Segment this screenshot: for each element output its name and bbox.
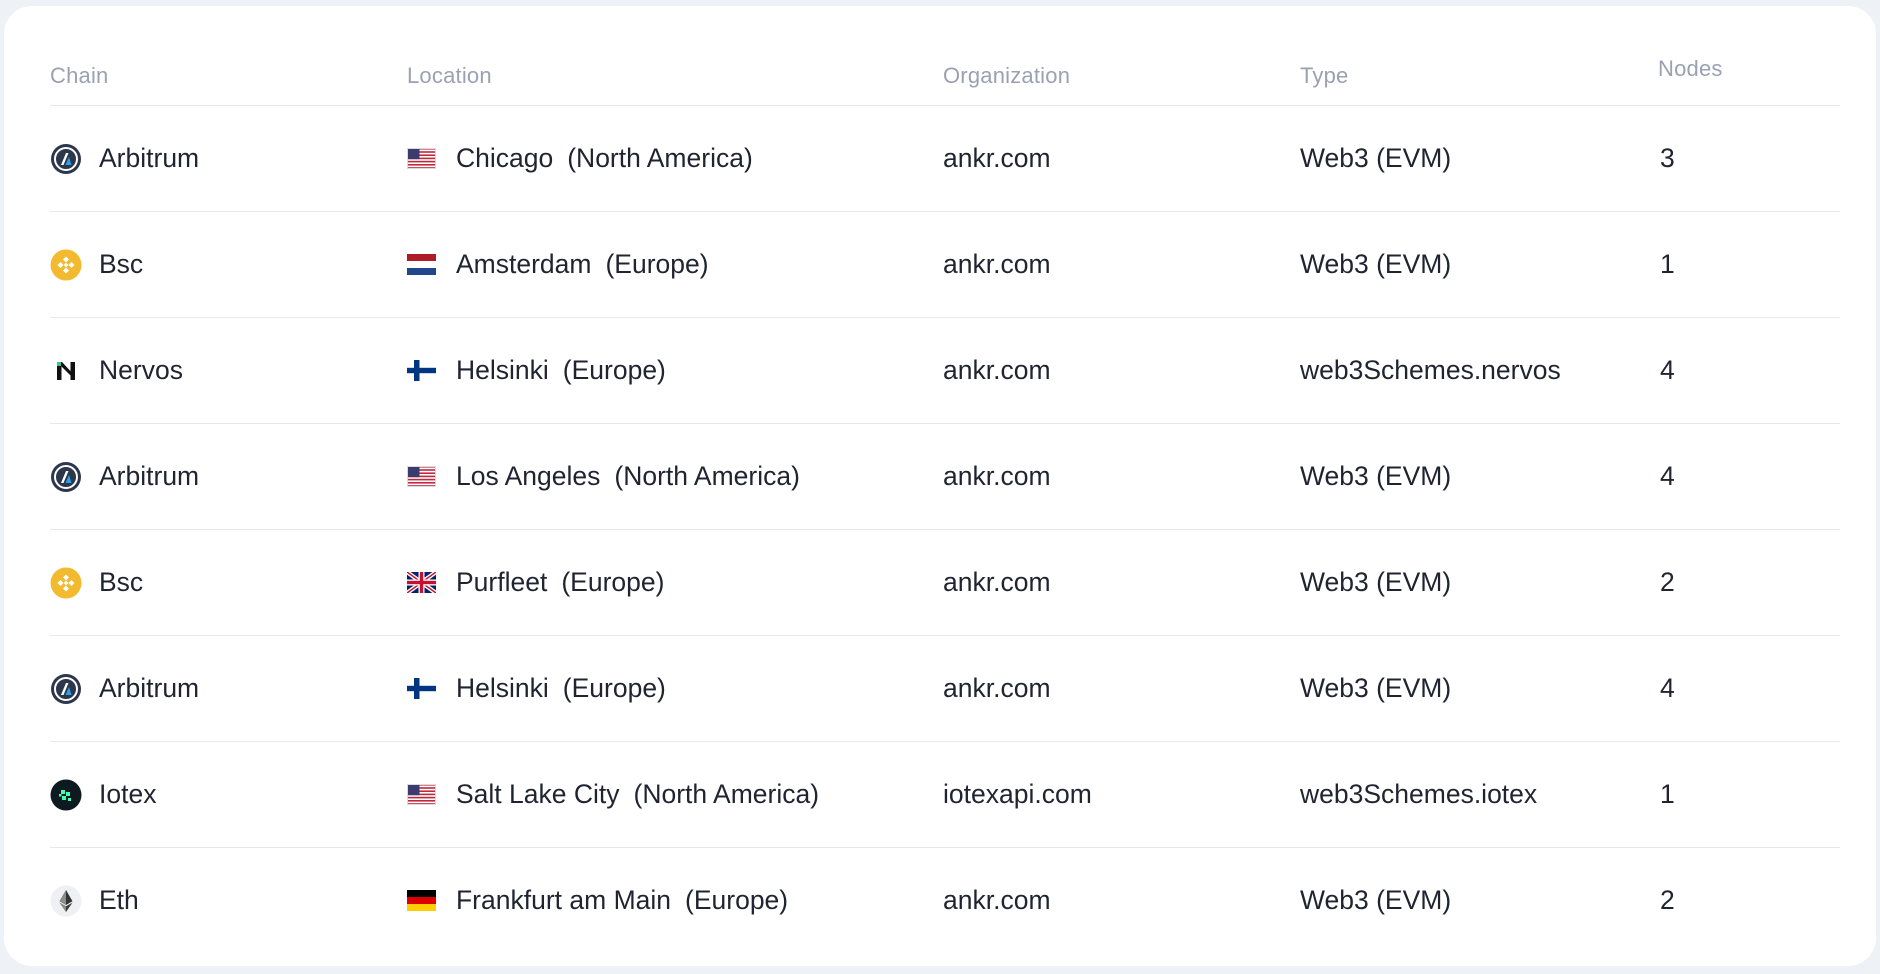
location-city: Helsinki bbox=[456, 355, 549, 385]
chain-cell: Nervos bbox=[50, 318, 183, 423]
type-cell: Web3 (EVM) bbox=[1300, 143, 1452, 173]
location-cell: Helsinki (Europe) bbox=[407, 636, 666, 741]
bsc-icon bbox=[50, 567, 82, 599]
us-flag-icon bbox=[407, 148, 436, 169]
location-region: (North America) bbox=[633, 779, 820, 809]
table-body: Arbitrum Chicago (North America) ankr.co… bbox=[50, 106, 1840, 953]
chain-cell: Arbitrum bbox=[50, 106, 199, 211]
table-row[interactable]: Bsc Purfleet (Europe) ankr.com Web3 (EVM… bbox=[50, 530, 1840, 636]
nodes-cell: 2 bbox=[1660, 885, 1675, 915]
header-chain[interactable]: Chain bbox=[50, 63, 108, 89]
nodes-cell: 4 bbox=[1660, 461, 1675, 491]
de-flag-icon bbox=[407, 890, 436, 911]
chain-cell: Eth bbox=[50, 848, 139, 953]
chain-cell: Iotex bbox=[50, 742, 156, 847]
iotex-icon bbox=[50, 779, 82, 811]
location-region: (Europe) bbox=[561, 567, 665, 597]
location-region: (North America) bbox=[567, 143, 753, 173]
nodes-table: Chain Location Organization Type Nodes A… bbox=[50, 6, 1840, 953]
chain-name: Nervos bbox=[99, 355, 183, 385]
table-row[interactable]: Iotex Salt Lake City (North America) iot… bbox=[50, 742, 1840, 848]
gb-flag-icon bbox=[407, 572, 436, 593]
location-cell: Purfleet (Europe) bbox=[407, 530, 664, 635]
location-city: Purfleet bbox=[456, 567, 548, 597]
type-cell: Web3 (EVM) bbox=[1300, 673, 1452, 703]
chain-name: Arbitrum bbox=[99, 461, 200, 491]
table-row[interactable]: Eth Frankfurt am Main (Europe) ankr.com … bbox=[50, 848, 1840, 953]
location-region: (Europe) bbox=[605, 249, 709, 279]
header-nodes[interactable]: Nodes bbox=[1658, 56, 1723, 82]
nodes-cell: 4 bbox=[1660, 673, 1675, 703]
chain-name: Iotex bbox=[99, 779, 157, 809]
chain-cell: Bsc bbox=[50, 530, 143, 635]
header-location[interactable]: Location bbox=[407, 63, 492, 89]
type-cell: Web3 (EVM) bbox=[1300, 885, 1452, 915]
type-cell: Web3 (EVM) bbox=[1300, 249, 1452, 279]
organization-cell: ankr.com bbox=[943, 249, 1051, 279]
header-type[interactable]: Type bbox=[1300, 63, 1349, 89]
location-region: (Europe) bbox=[685, 885, 789, 915]
fi-flag-icon bbox=[407, 678, 436, 699]
table-row[interactable]: Bsc Amsterdam (Europe) ankr.com Web3 (EV… bbox=[50, 212, 1840, 318]
nodes-cell: 1 bbox=[1660, 779, 1675, 809]
nodes-table-card: Chain Location Organization Type Nodes A… bbox=[4, 6, 1876, 966]
table-row[interactable]: Arbitrum Helsinki (Europe) ankr.com Web3… bbox=[50, 636, 1840, 742]
chain-cell: Bsc bbox=[50, 212, 143, 317]
type-cell: web3Schemes.nervos bbox=[1300, 355, 1561, 385]
location-cell: Amsterdam (Europe) bbox=[407, 212, 709, 317]
location-city: Frankfurt am Main bbox=[456, 885, 672, 915]
type-cell: web3Schemes.iotex bbox=[1300, 779, 1538, 809]
location-region: (Europe) bbox=[562, 673, 666, 703]
nervos-icon bbox=[50, 355, 82, 387]
type-cell: Web3 (EVM) bbox=[1300, 567, 1452, 597]
location-city: Los Angeles bbox=[456, 461, 601, 491]
arbitrum-icon bbox=[50, 143, 82, 175]
type-cell: Web3 (EVM) bbox=[1300, 461, 1452, 491]
organization-cell: ankr.com bbox=[943, 143, 1051, 173]
location-city: Chicago bbox=[456, 143, 554, 173]
nodes-cell: 4 bbox=[1660, 355, 1675, 385]
arbitrum-icon bbox=[50, 673, 82, 705]
chain-name: Bsc bbox=[99, 249, 144, 279]
chain-name: Arbitrum bbox=[99, 673, 200, 703]
fi-flag-icon bbox=[407, 360, 436, 381]
location-city: Salt Lake City bbox=[456, 779, 620, 809]
chain-name: Eth bbox=[99, 885, 139, 915]
table-row[interactable]: Nervos Helsinki (Europe) ankr.com web3Sc… bbox=[50, 318, 1840, 424]
nl-flag-icon bbox=[407, 254, 436, 275]
chain-cell: Arbitrum bbox=[50, 636, 199, 741]
location-cell: Helsinki (Europe) bbox=[407, 318, 666, 423]
us-flag-icon bbox=[407, 784, 436, 805]
arbitrum-icon bbox=[50, 461, 82, 493]
chain-name: Arbitrum bbox=[99, 143, 200, 173]
chain-cell: Arbitrum bbox=[50, 424, 199, 529]
nodes-cell: 1 bbox=[1660, 249, 1675, 279]
chain-name: Bsc bbox=[99, 567, 144, 597]
location-cell: Frankfurt am Main (Europe) bbox=[407, 848, 788, 953]
table-header: Chain Location Organization Type Nodes bbox=[50, 6, 1840, 106]
location-city: Amsterdam bbox=[456, 249, 592, 279]
location-region: (Europe) bbox=[562, 355, 666, 385]
organization-cell: ankr.com bbox=[943, 461, 1051, 491]
header-organization[interactable]: Organization bbox=[943, 63, 1070, 89]
eth-icon bbox=[50, 885, 82, 917]
location-cell: Chicago (North America) bbox=[407, 106, 753, 211]
organization-cell: ankr.com bbox=[943, 355, 1051, 385]
organization-cell: iotexapi.com bbox=[943, 779, 1092, 809]
nodes-cell: 3 bbox=[1660, 143, 1675, 173]
bsc-icon bbox=[50, 249, 82, 281]
organization-cell: ankr.com bbox=[943, 567, 1051, 597]
location-cell: Los Angeles (North America) bbox=[407, 424, 800, 529]
nodes-cell: 2 bbox=[1660, 567, 1675, 597]
location-region: (North America) bbox=[614, 461, 800, 491]
organization-cell: ankr.com bbox=[943, 673, 1051, 703]
organization-cell: ankr.com bbox=[943, 885, 1051, 915]
table-row[interactable]: Arbitrum Los Angeles (North America) ank… bbox=[50, 424, 1840, 530]
us-flag-icon bbox=[407, 466, 436, 487]
table-row[interactable]: Arbitrum Chicago (North America) ankr.co… bbox=[50, 106, 1840, 212]
location-city: Helsinki bbox=[456, 673, 549, 703]
location-cell: Salt Lake City (North America) bbox=[407, 742, 819, 847]
